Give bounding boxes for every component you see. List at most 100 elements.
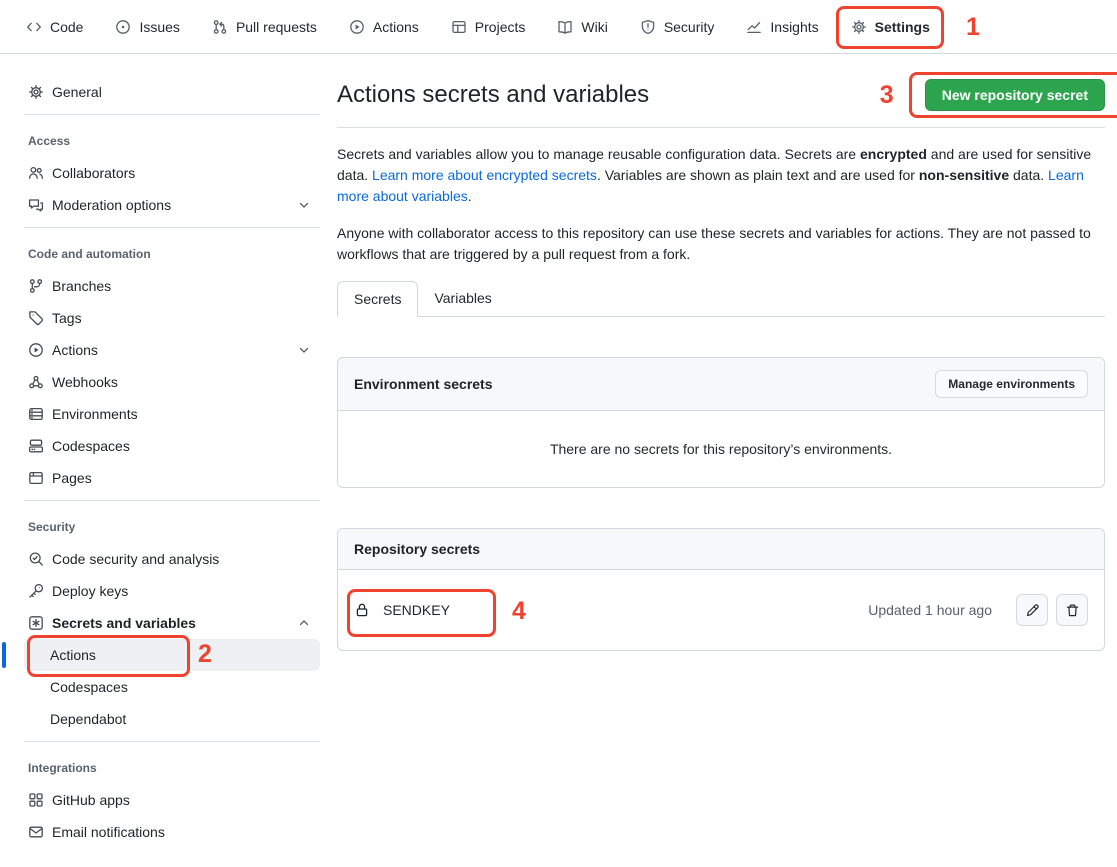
sidebar-subitem-dependabot[interactable]: Dependabot <box>24 703 320 735</box>
sidebar-section-title-integrations: Integrations <box>24 742 320 784</box>
repository-secrets-box: Repository secrets SENDKEY 4 Updated 1 h… <box>337 528 1105 651</box>
nav-tab-wiki[interactable]: Wiki <box>541 0 623 53</box>
annotation-number-1: 1 <box>966 13 980 42</box>
nav-tab-label: Wiki <box>581 19 607 35</box>
github-repo-settings-page: Code Issues Pull requests Actions Projec… <box>0 0 1117 867</box>
nav-tab-security[interactable]: Security <box>624 0 731 53</box>
issue-opened-icon <box>115 19 131 35</box>
sidebar-item-code-security-and-analysis[interactable]: Code security and analysis <box>24 543 320 575</box>
sidebar-item-label: Secrets and variables <box>52 615 196 631</box>
intro-paragraph-1: Secrets and variables allow you to manag… <box>337 144 1105 207</box>
nav-tab-settings[interactable]: Settings 1 <box>835 0 946 53</box>
nav-tab-label: Security <box>664 19 715 35</box>
key-icon <box>28 583 44 599</box>
page-header: Actions secrets and variables New reposi… <box>337 79 1105 128</box>
edit-secret-button[interactable] <box>1016 594 1048 626</box>
chevron-up-icon <box>296 615 312 631</box>
intro-text: Secrets and variables allow you to manag… <box>337 144 1105 265</box>
active-indicator-bar <box>2 642 6 668</box>
delete-secret-button[interactable] <box>1056 594 1088 626</box>
code-icon <box>26 19 42 35</box>
sidebar-item-label: Branches <box>52 278 111 294</box>
sidebar-item-label: Pages <box>52 470 92 486</box>
sidebar-item-label: General <box>52 84 102 100</box>
sidebar-item-label: Actions <box>50 647 96 663</box>
intro-segment: data. <box>1009 167 1048 183</box>
tag-icon <box>28 310 44 326</box>
secrets-variables-tabnav: Secrets Variables <box>337 281 1105 317</box>
sidebar-item-environments[interactable]: Environments <box>24 398 320 430</box>
key-asterisk-icon <box>28 615 44 631</box>
manage-environments-button[interactable]: Manage environments <box>935 370 1088 398</box>
play-icon <box>28 342 44 358</box>
repo-nav: Code Issues Pull requests Actions Projec… <box>0 0 1117 54</box>
webhook-icon <box>28 374 44 390</box>
sidebar-section-title-security: Security <box>24 501 320 543</box>
gear-icon <box>851 19 867 35</box>
sidebar-item-pages[interactable]: Pages <box>24 462 320 494</box>
sidebar-item-webhooks[interactable]: Webhooks <box>24 366 320 398</box>
book-icon <box>557 19 573 35</box>
chevron-down-icon <box>296 197 312 213</box>
intro-segment-bold: encrypted <box>860 146 927 162</box>
sidebar-item-deploy-keys[interactable]: Deploy keys <box>24 575 320 607</box>
nav-tab-label: Settings <box>875 19 930 35</box>
sidebar-item-label: Code security and analysis <box>52 551 219 567</box>
people-icon <box>28 165 44 181</box>
gear-icon <box>28 84 44 100</box>
pencil-icon <box>1025 603 1040 618</box>
sidebar-item-secrets-and-variables[interactable]: Secrets and variables <box>24 607 320 639</box>
tab-secrets[interactable]: Secrets <box>337 281 418 317</box>
nav-tab-insights[interactable]: Insights <box>730 0 834 53</box>
graph-icon <box>746 19 762 35</box>
lock-icon <box>354 602 370 618</box>
settings-tab-underline <box>845 46 936 49</box>
sidebar-item-branches[interactable]: Branches <box>24 270 320 302</box>
nav-tab-label: Pull requests <box>236 19 317 35</box>
annotation-number-4: 4 <box>512 597 526 626</box>
nav-tab-actions[interactable]: Actions <box>333 0 435 53</box>
sidebar-item-tags[interactable]: Tags <box>24 302 320 334</box>
sidebar-section-title-code-and-automation: Code and automation <box>24 228 320 270</box>
sidebar-item-email-notifications[interactable]: Email notifications <box>24 816 320 848</box>
nav-tab-code[interactable]: Code <box>10 0 99 53</box>
sidebar-item-general[interactable]: General <box>24 76 320 108</box>
intro-segment: Secrets and variables allow you to manag… <box>337 146 860 162</box>
sidebar-item-codespaces[interactable]: Codespaces <box>24 430 320 462</box>
nav-tab-projects[interactable]: Projects <box>435 0 542 53</box>
repository-secrets-title: Repository secrets <box>354 541 480 557</box>
intro-paragraph-2: Anyone with collaborator access to this … <box>337 223 1105 265</box>
mail-icon <box>28 824 44 840</box>
sidebar-subitem-codespaces[interactable]: Codespaces <box>24 671 320 703</box>
page-title: Actions secrets and variables <box>337 81 925 109</box>
sidebar-item-label: Tags <box>52 310 82 326</box>
sidebar-section-title-access: Access <box>24 115 320 157</box>
nav-tab-label: Issues <box>139 19 179 35</box>
link-encrypted-secrets[interactable]: Learn more about encrypted secrets <box>372 167 597 183</box>
sidebar-item-label: Webhooks <box>52 374 118 390</box>
sidebar-item-label: Deploy keys <box>52 583 128 599</box>
sidebar-item-collaborators[interactable]: Collaborators <box>24 157 320 189</box>
nav-tab-pull-requests[interactable]: Pull requests <box>196 0 333 53</box>
annotation-number-2: 2 <box>198 640 212 669</box>
nav-tab-issues[interactable]: Issues <box>99 0 195 53</box>
sidebar-item-label: Actions <box>52 342 98 358</box>
sidebar-item-label: Moderation options <box>52 197 171 213</box>
sidebar-subitem-actions[interactable]: Actions 2 <box>24 639 320 671</box>
nav-tab-label: Projects <box>475 19 526 35</box>
tab-variables[interactable]: Variables <box>418 281 507 316</box>
sidebar-item-github-apps[interactable]: GitHub apps <box>24 784 320 816</box>
secret-row: SENDKEY 4 Updated 1 hour ago <box>338 570 1104 650</box>
sidebar-item-label: Email notifications <box>52 824 165 840</box>
environment-secrets-box: Environment secrets Manage environments … <box>337 357 1105 488</box>
main-content: Actions secrets and variables New reposi… <box>337 55 1105 651</box>
secret-updated-text: Updated 1 hour ago <box>868 602 992 618</box>
sidebar-item-moderation-options[interactable]: Moderation options <box>24 189 320 221</box>
shield-icon <box>640 19 656 35</box>
environment-secrets-empty-message: There are no secrets for this repository… <box>338 411 1104 487</box>
apps-icon <box>28 792 44 808</box>
play-icon <box>349 19 365 35</box>
repository-secrets-header: Repository secrets <box>338 529 1104 570</box>
sidebar-item-actions[interactable]: Actions <box>24 334 320 366</box>
new-repository-secret-button[interactable]: New repository secret <box>925 79 1105 111</box>
